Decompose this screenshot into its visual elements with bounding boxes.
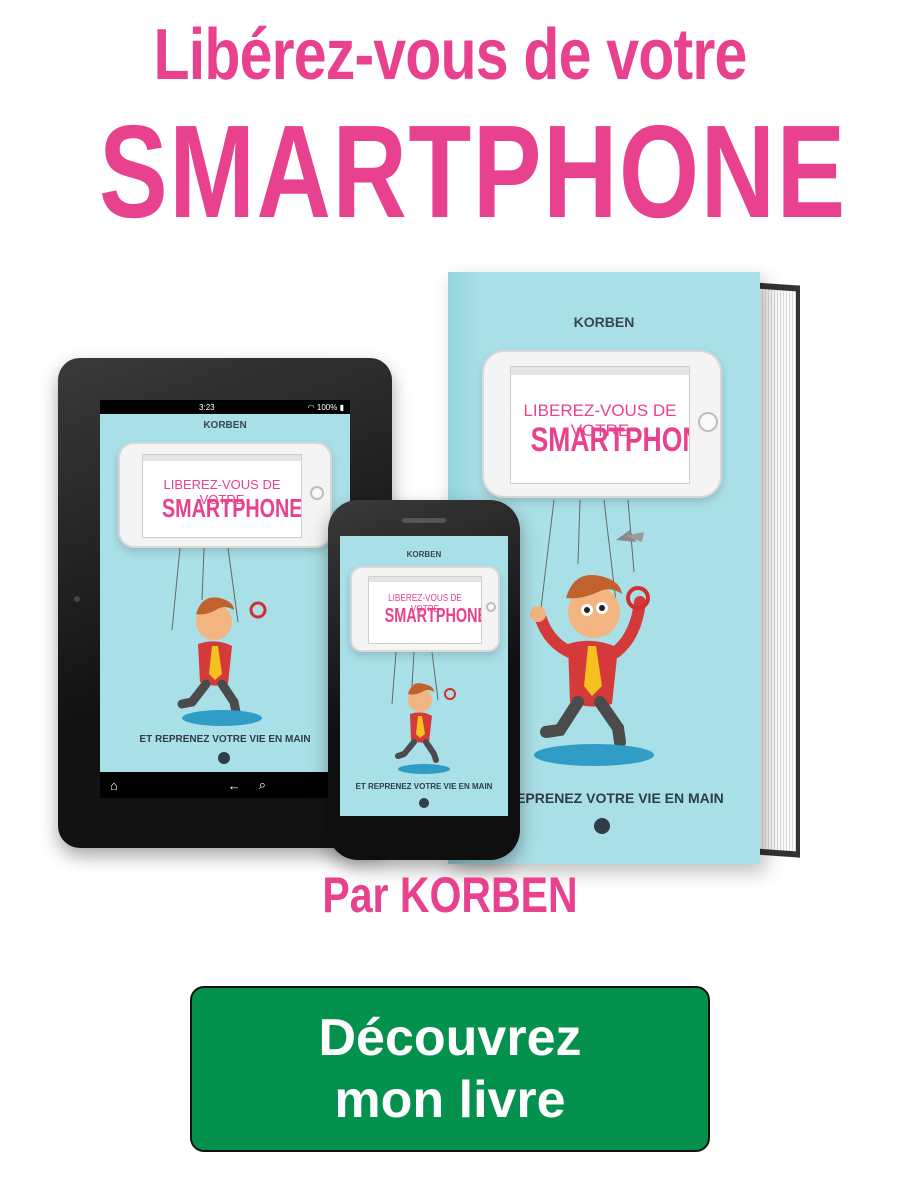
- camera-icon: [74, 596, 80, 602]
- book-pages: [754, 282, 800, 858]
- speaker-grille: [402, 518, 446, 523]
- cta-line1: Découvrez: [318, 1009, 582, 1067]
- discover-book-button[interactable]: Découvrez mon livre: [190, 986, 710, 1152]
- tablet-screen: 3:23 ◠ 100% ▮ KORBEN LIBEREZ-VOUS DE VOT…: [100, 400, 350, 798]
- cta-line2: mon livre: [334, 1071, 566, 1129]
- tablet-publisher-logo-icon: [218, 752, 230, 764]
- scissors-icon: [616, 530, 644, 542]
- home-icon[interactable]: ⌂: [110, 778, 118, 793]
- phone-puppet-illustration: [391, 651, 456, 763]
- back-arrow-icon[interactable]: ←: [228, 778, 241, 793]
- phone-screen: KORBEN LIBEREZ-VOUS DE VOTRE SMARTPHONE: [340, 536, 508, 816]
- byline: Par KORBEN: [322, 867, 578, 923]
- phone-publisher-logo-icon: [419, 798, 429, 808]
- publisher-logo-icon: [594, 818, 610, 834]
- phone-mockup: KORBEN LIBEREZ-VOUS DE VOTRE SMARTPHONE: [328, 500, 520, 860]
- headline-line1: Libérez-vous de votre: [153, 15, 747, 95]
- headline-line2: SMARTPHONE: [99, 98, 847, 245]
- tablet-cover-tagline: ET REPRENEZ VOTRE VIE EN MAIN: [139, 734, 311, 745]
- tablet-nav-bar: ⌂ ← ⌕: [100, 772, 350, 798]
- search-icon[interactable]: ⌕: [259, 777, 266, 793]
- phone-cover-tagline: ET REPRENEZ VOTRE VIE EN MAIN: [355, 782, 493, 791]
